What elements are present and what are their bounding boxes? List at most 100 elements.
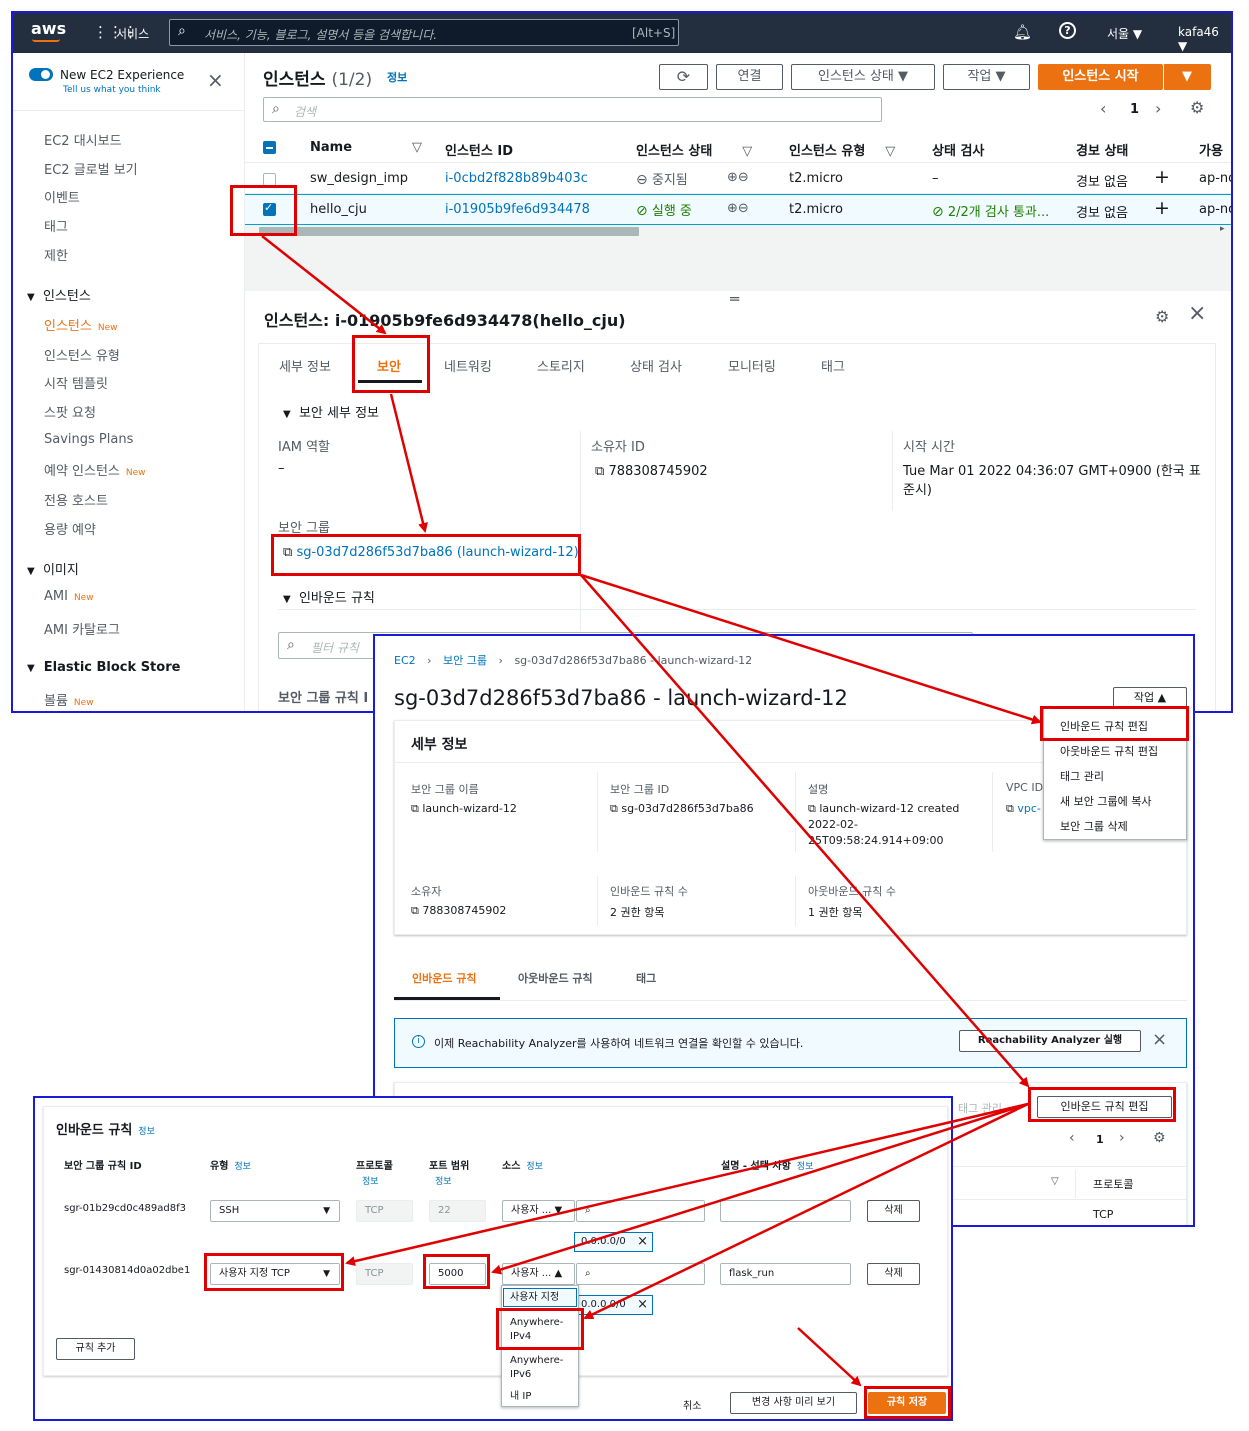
col-name[interactable]: Name ▽ (310, 140, 422, 155)
source-option-anywhere-ipv4[interactable]: Anywhere-IPv4 (510, 1316, 570, 1344)
feedback-link[interactable]: Tell us what you think (63, 85, 161, 95)
prev-page-icon[interactable]: ‹ (1100, 99, 1106, 118)
sidebar-item-instance-types[interactable]: 인스턴스 유형 (44, 345, 120, 364)
sidebar-item-instances[interactable]: 인스턴스 New (44, 315, 117, 334)
edit-inbound-rules-button[interactable]: 인바운드 규칙 편집 (1037, 1096, 1172, 1118)
add-alarm-icon[interactable]: + (1154, 197, 1170, 219)
horizontal-scrollbar[interactable]: ▸ (245, 224, 1231, 238)
cidr-search-input[interactable]: ⌕ (576, 1263, 705, 1285)
sidebar-item-ami-catalog[interactable]: AMI 카탈로그 (44, 619, 120, 638)
manage-tags-button[interactable]: 태그 관리 (958, 1100, 1002, 1116)
instances-info-link[interactable]: 정보 (387, 69, 407, 85)
description-input[interactable] (720, 1200, 851, 1222)
source-option-my-ip[interactable]: 내 IP (510, 1390, 531, 1404)
sidebar-item-spot-requests[interactable]: 스팟 요청 (44, 402, 96, 421)
new-experience-toggle[interactable] (29, 68, 53, 81)
tab-security[interactable]: 보안 (377, 356, 401, 375)
menu-manage-tags[interactable]: 태그 관리 (1060, 768, 1104, 784)
sidebar-item-tags[interactable]: 태그 (44, 216, 68, 235)
close-details-icon[interactable]: × (1188, 303, 1206, 325)
sidebar-section-instances[interactable]: ▼ 인스턴스 (27, 285, 91, 304)
launch-dropdown-button[interactable]: ▼ (1163, 64, 1211, 90)
sidebar-item-dedicated-hosts[interactable]: 전용 호스트 (44, 490, 108, 509)
reachability-analyzer-button[interactable]: Reachability Analyzer 실행 (959, 1030, 1141, 1052)
help-icon[interactable]: ? (1059, 22, 1076, 39)
row-checkbox-selected[interactable]: ✓ (263, 201, 276, 216)
cancel-button[interactable]: 취소 (683, 1397, 701, 1412)
cidr-token[interactable]: 0.0.0.0/0 × (574, 1295, 653, 1315)
tab-tags[interactable]: 태그 (821, 356, 845, 375)
delete-rule-button[interactable]: 삭제 (867, 1263, 920, 1285)
next-page-icon[interactable]: › (1119, 1130, 1125, 1146)
vpc-id-value[interactable]: ⧉ vpc- (1006, 802, 1041, 816)
instance-state-button[interactable]: 인스턴스 상태 ▼ (791, 64, 935, 90)
sidebar-item-savings-plans[interactable]: Savings Plans (44, 432, 133, 447)
breadcrumb-ec2[interactable]: EC2 (394, 654, 416, 667)
type-select[interactable]: 사용자 지정 TCP ▼ (210, 1263, 340, 1285)
source-select[interactable]: 사용자 ... ▲ (502, 1263, 575, 1285)
security-details-toggle[interactable]: ▼ 보안 세부 정보 (283, 402, 379, 421)
col-instance-type[interactable]: 인스턴스 유형 ▽ (789, 140, 895, 159)
instance-id-link[interactable]: i-0cbd2f828b89b403c (445, 171, 588, 186)
connect-button[interactable]: 연결 (716, 64, 783, 90)
sidebar-item-global-view[interactable]: EC2 글로벌 보기 (44, 159, 138, 178)
settings-gear-icon[interactable]: ⚙ (1153, 1130, 1166, 1146)
source-option-anywhere-ipv6[interactable]: Anywhere-IPv6 (510, 1354, 570, 1382)
launch-instance-button[interactable]: 인스턴스 시작 (1038, 64, 1163, 90)
menu-copy-to-new-sg[interactable]: 새 보안 그룹에 복사 (1060, 793, 1151, 809)
col-instance-state[interactable]: 인스턴스 상태 ▽ (636, 140, 752, 159)
settings-gear-icon[interactable]: ⚙ (1155, 307, 1169, 326)
instances-search-input[interactable]: ⌕ 검색 (263, 97, 882, 122)
col-instance-id[interactable]: 인스턴스 ID (445, 140, 513, 159)
tab-storage[interactable]: 스토리지 (537, 356, 585, 375)
sg-actions-button[interactable]: 작업 ▲ (1113, 687, 1187, 709)
sidebar-item-capacity-reservations[interactable]: 용량 예약 (44, 519, 96, 538)
type-select[interactable]: SSH ▼ (210, 1200, 340, 1222)
services-menu[interactable]: 서비스 (116, 25, 149, 42)
sidebar-section-images[interactable]: ▼ 이미지 (27, 559, 79, 578)
notifications-bell-icon[interactable]: 🔔︎ (1013, 23, 1032, 41)
prev-page-icon[interactable]: ‹ (1069, 1130, 1075, 1146)
breadcrumb-security-groups[interactable]: 보안 그룹 (443, 654, 487, 667)
sidebar-item-launch-templates[interactable]: 시작 템플릿 (44, 373, 108, 392)
source-option-custom[interactable]: 사용자 지정 (510, 1291, 559, 1305)
zoom-icons[interactable]: ⊕⊖ (727, 170, 749, 185)
zoom-icons[interactable]: ⊕⊖ (727, 201, 749, 216)
sidebar-item-events[interactable]: 이벤트 (44, 187, 80, 206)
tab-outbound-rules[interactable]: 아웃바운드 규칙 (518, 970, 593, 986)
tab-inbound-rules[interactable]: 인바운드 규칙 (412, 970, 477, 986)
tab-monitoring[interactable]: 모니터링 (728, 356, 776, 375)
close-banner-icon[interactable]: × (1152, 1029, 1167, 1050)
cidr-token[interactable]: 0.0.0.0/0 × (574, 1232, 653, 1252)
aws-logo[interactable]: aws (31, 19, 66, 38)
cidr-search-input[interactable]: ⌕ (576, 1200, 705, 1222)
col-availability-zone[interactable]: 가용 (1199, 140, 1223, 159)
menu-edit-outbound-rules[interactable]: 아웃바운드 규칙 편집 (1060, 743, 1158, 759)
next-page-icon[interactable]: › (1155, 99, 1161, 118)
add-rule-button[interactable]: 규칙 추가 (56, 1338, 135, 1360)
settings-gear-icon[interactable]: ⚙ (1190, 98, 1204, 117)
select-all-checkbox[interactable] (263, 141, 276, 154)
sidebar-item-ec2-dashboard[interactable]: EC2 대시보드 (44, 130, 122, 149)
preview-changes-button[interactable]: 변경 사항 미리 보기 (730, 1392, 857, 1414)
close-sidebar-icon[interactable]: × (207, 70, 224, 90)
col-protocol[interactable]: 프로토콜 (1093, 1176, 1133, 1192)
page-number[interactable]: 1 (1130, 102, 1139, 117)
inbound-rules-toggle[interactable]: ▼ 인바운드 규칙 (283, 587, 375, 606)
add-alarm-icon[interactable]: + (1154, 166, 1170, 188)
sidebar-item-volumes[interactable]: 볼륨 New (44, 690, 94, 709)
sidebar-item-limits[interactable]: 제한 (44, 245, 68, 264)
page-number[interactable]: 1 (1096, 1133, 1104, 1146)
global-search-input[interactable]: ⌕ 서비스, 기능, 블로그, 설명서 등을 검색합니다. [Alt+S] (169, 19, 679, 46)
actions-button[interactable]: 작업 ▼ (943, 64, 1030, 90)
refresh-button[interactable]: ⟳ (659, 64, 708, 90)
sort-icon[interactable]: ▽ (1051, 1176, 1059, 1187)
account-menu[interactable]: kafa46 ▼ (1178, 25, 1231, 53)
col-status-check[interactable]: 상태 검사 (932, 140, 984, 159)
port-info-link[interactable]: 정보 (435, 1174, 452, 1187)
instance-id-link[interactable]: i-01905b9fe6d934478 (445, 202, 590, 217)
menu-delete-sg[interactable]: 보안 그룹 삭제 (1060, 818, 1128, 834)
save-rules-button[interactable]: 규칙 저장 (868, 1392, 946, 1414)
tab-networking[interactable]: 네트워킹 (444, 356, 492, 375)
tab-status-checks[interactable]: 상태 검사 (630, 356, 682, 375)
